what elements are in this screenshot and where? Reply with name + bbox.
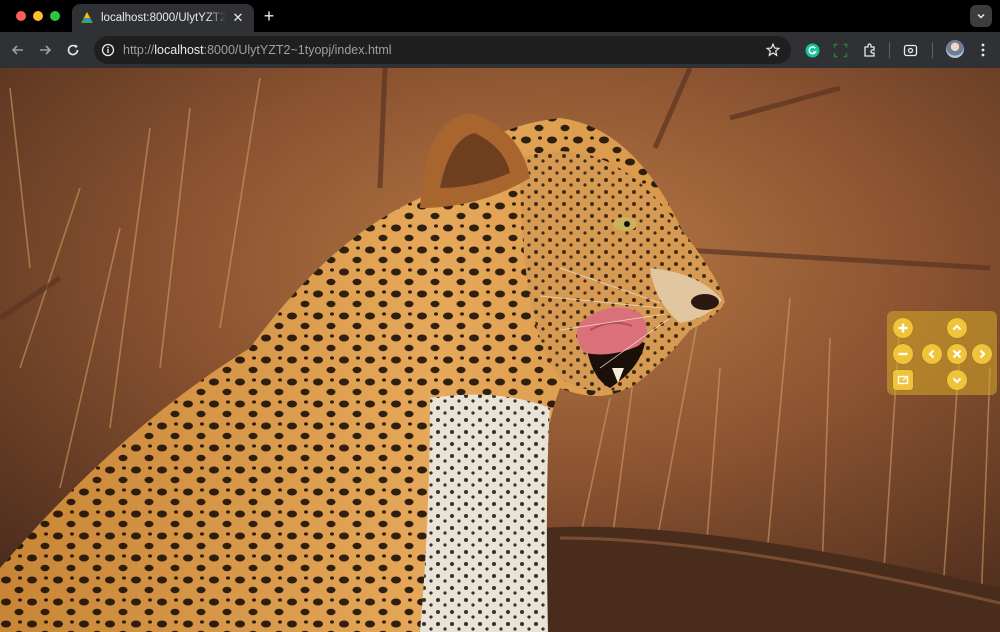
url-host: localhost [154, 43, 204, 57]
pan-right-button[interactable] [972, 344, 992, 364]
reload-icon [67, 44, 79, 56]
more-menu-icon [981, 43, 985, 57]
browser-titlebar: localhost:8000/UlytYZT2~1tyopj/index.htm… [0, 0, 1000, 32]
grammarly-icon [805, 43, 819, 57]
extensions-button[interactable] [859, 40, 879, 60]
tab-title: localhost:8000/UlytYZT2~1tyopj/index.htm… [101, 12, 226, 24]
window-close-button[interactable] [16, 11, 26, 21]
reload-button[interactable] [63, 40, 83, 60]
chevron-right-icon [979, 349, 986, 359]
tab-search-button[interactable] [900, 40, 920, 60]
pan-down-button[interactable] [947, 370, 967, 390]
toolbar-separator [932, 42, 933, 58]
pan-zoom-controls [887, 311, 997, 395]
pan-up-button[interactable] [947, 318, 967, 338]
address-bar[interactable]: http://localhost:8000/UlytYZT2~1tyopj/in… [94, 36, 791, 64]
window-maximize-button[interactable] [50, 11, 60, 21]
minus-icon [898, 352, 908, 356]
screen-capture-icon [833, 43, 847, 57]
back-button[interactable] [8, 40, 28, 60]
window-minimize-button[interactable] [33, 11, 43, 21]
profile-avatar[interactable] [946, 40, 964, 58]
back-arrow-icon [11, 45, 23, 55]
plus-icon [898, 323, 908, 333]
chevron-down-icon [977, 13, 985, 19]
toolbar-separator [889, 42, 890, 58]
extensions-icon [863, 42, 875, 57]
url-scheme: http:// [123, 43, 155, 57]
zoom-out-button[interactable] [893, 344, 913, 364]
browser-toolbar: http://localhost:8000/UlytYZT2~1tyopj/in… [0, 32, 1000, 68]
chevron-left-icon [928, 349, 935, 359]
chevron-down-icon [952, 377, 962, 384]
fullscreen-button[interactable] [893, 370, 913, 390]
leopard-photo[interactable] [0, 68, 1000, 632]
tab-search-icon [903, 44, 917, 56]
close-icon [952, 349, 962, 359]
url-text[interactable]: http://localhost:8000/UlytYZT2~1tyopj/in… [123, 43, 392, 57]
new-tab-button[interactable]: + [260, 6, 278, 26]
browser-tab-active[interactable]: localhost:8000/UlytYZT2~1tyopj/index.htm… [72, 4, 254, 32]
site-info-icon[interactable] [101, 43, 115, 57]
tab-close-icon[interactable]: ✕ [230, 10, 246, 26]
screen-capture-extension-button[interactable] [830, 40, 850, 60]
forward-arrow-icon [40, 45, 52, 55]
bookmark-star-icon[interactable] [766, 43, 780, 57]
fullscreen-icon [897, 375, 909, 385]
reset-view-button[interactable] [947, 344, 967, 364]
chevron-up-icon [952, 324, 962, 331]
page-content [0, 68, 1000, 632]
pan-left-button[interactable] [922, 344, 942, 364]
page-favicon-icon [81, 12, 93, 23]
forward-button[interactable] [35, 40, 55, 60]
more-menu-button[interactable] [973, 40, 993, 60]
zoom-in-button[interactable] [893, 318, 913, 338]
tab-list-button[interactable] [970, 5, 992, 27]
grammarly-extension-button[interactable] [802, 40, 822, 60]
url-path: :8000/UlytYZT2~1tyopj/index.html [203, 43, 392, 57]
